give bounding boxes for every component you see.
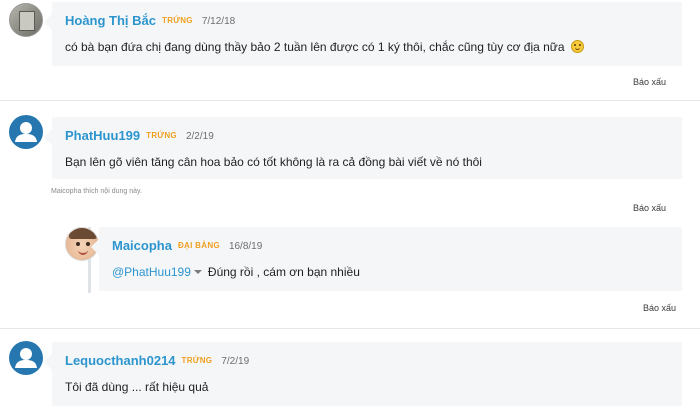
username-link[interactable]: PhatHuu199 (65, 128, 140, 143)
avatar-eye (86, 242, 90, 246)
comment-text-content: có bà bạn đứa chị đang dùng thầy bảo 2 t… (65, 40, 565, 54)
avatar-mouth (78, 250, 88, 255)
comment-text: Bạn lên gõ viên tăng cân hoa bảo có tốt … (65, 155, 482, 169)
avatar-hair (69, 228, 97, 239)
comment-text: có bà bạn đứa chị đang dùng thầy bảo 2 t… (65, 39, 584, 55)
rank-badge: TRỨNG (162, 16, 193, 25)
comment-bubble: Hoàng Thị Bắc TRỨNG 7/12/18 có bà bạn đứa … (44, 2, 682, 66)
likes-summary[interactable]: Maicopha thích nội dung này. (51, 187, 142, 197)
divider (0, 328, 700, 329)
default-user-icon (15, 348, 37, 368)
username-link[interactable]: Hoàng Thị Bắc (65, 13, 156, 28)
comment-meta: Lequocthanh0214 TRỨNG 7/2/19 (65, 353, 249, 370)
default-user-icon (15, 122, 37, 142)
chevron-down-icon[interactable] (193, 270, 202, 274)
comment-meta: PhatHuu199 TRỨNG 2/2/19 (65, 128, 214, 145)
avatar[interactable] (9, 341, 43, 375)
username-link[interactable]: Maicopha (112, 238, 172, 253)
mention-link[interactable]: @PhatHuu199 (112, 265, 191, 279)
username-link[interactable]: Lequocthanh0214 (65, 353, 176, 368)
avatar-photo-icon (19, 11, 35, 31)
report-link[interactable]: Báo xấu (633, 76, 666, 88)
comment-date[interactable]: 7/2/19 (221, 356, 249, 367)
rank-badge: TRỨNG (146, 131, 177, 140)
comment-date[interactable]: 16/8/19 (229, 241, 262, 252)
comment-text: Tôi đã dùng ... rất hiệu quả (65, 380, 209, 394)
avatar-eye (76, 242, 80, 246)
reply-bubble: Maicopha ĐẠI BÀNG 16/8/19 @PhatHuu199 Đúng … (91, 227, 682, 291)
report-link[interactable]: Báo xấu (633, 202, 666, 214)
smiley-icon (570, 40, 584, 53)
rank-badge: ĐẠI BÀNG (177, 241, 220, 250)
comment-bubble: Lequocthanh0214 TRỨNG 7/2/19 Tôi đã dùng .… (44, 342, 682, 406)
comment-bubble: PhatHuu199 TRỨNG 2/2/19 Bạn lên gõ viên tă… (44, 117, 682, 179)
divider (0, 100, 700, 101)
comment-date[interactable]: 2/2/19 (186, 131, 214, 142)
reply-meta: Maicopha ĐẠI BÀNG 16/8/19 (112, 238, 262, 255)
report-link[interactable]: Báo xấu (643, 302, 676, 314)
avatar[interactable] (9, 3, 43, 37)
comment-date[interactable]: 7/12/18 (202, 16, 235, 27)
avatar[interactable] (9, 115, 43, 149)
reply-text-content: Đúng rồi , cám ơn bạn nhiều (207, 265, 360, 279)
reply-text: @PhatHuu199 Đúng rồi , cám ơn bạn nhiều (112, 264, 360, 280)
rank-badge: TRỨNG (181, 356, 213, 365)
comment-meta: Hoàng Thị Bắc TRỨNG 7/12/18 (65, 13, 235, 30)
